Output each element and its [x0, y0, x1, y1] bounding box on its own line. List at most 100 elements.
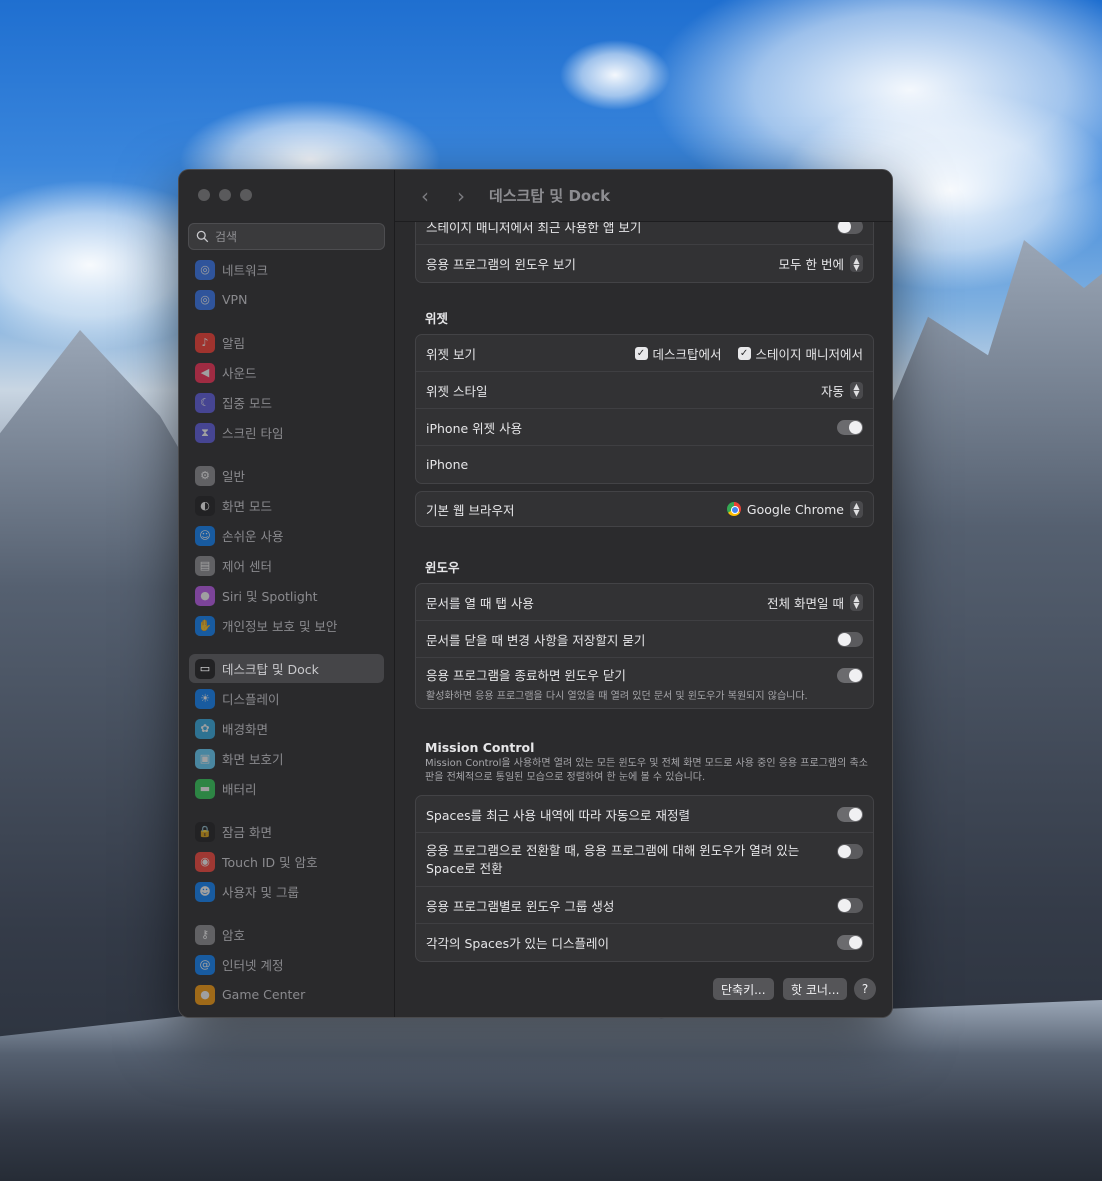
- sidebar-item-sun[interactable]: ☀ 디스플레이: [189, 684, 384, 713]
- switch-space-toggle[interactable]: [837, 844, 863, 859]
- separate-spaces-row: 각각의 Spaces가 있는 디스플레이: [416, 924, 873, 961]
- app-windows-value: 모두 한 번에: [778, 257, 844, 272]
- close-button[interactable]: [198, 189, 210, 201]
- search-field[interactable]: [188, 223, 385, 250]
- stage-manager-group: 스테이지 매니저에서 최근 사용한 앱 보기 응용 프로그램의 윈도우 보기 모…: [415, 222, 874, 283]
- sidebar-item-control-center[interactable]: ▤ 제어 센터: [189, 551, 384, 580]
- sidebar-item-fingerprint[interactable]: ◉ Touch ID 및 암호: [189, 847, 384, 876]
- group-windows-row: 응용 프로그램별로 윈도우 그룹 생성: [416, 887, 873, 924]
- browser-group: 기본 웹 브라우저 Google Chrome ▲ ▼: [415, 491, 874, 527]
- sidebar-item-label: 화면 모드: [222, 499, 272, 514]
- sidebar: ◎ 네트워크 ◎ VPN ♪ 알림 ◀ 사운드 ☾ 집중 모드 ⧗ 스크린 타임 ⚙ 일반 ◐ 화면 모드 ☺ 손…: [179, 170, 395, 1017]
- group-windows-label: 응용 프로그램별로 윈도우 그룹 생성: [426, 898, 615, 914]
- mission-control-heading: Mission Control: [425, 740, 535, 755]
- settings-content: 스테이지 매니저에서 최근 사용한 앱 보기 응용 프로그램의 윈도우 보기 모…: [395, 222, 892, 1017]
- sidebar-item-gear[interactable]: ⚙ 일반: [189, 461, 384, 490]
- sidebar-item-at[interactable]: @ 인터넷 계정: [189, 950, 384, 979]
- sidebar-item-label: Touch ID 및 암호: [222, 855, 318, 870]
- sidebar-item-label: 디스플레이: [222, 692, 280, 707]
- sidebar-item-label: 네트워크: [222, 263, 269, 278]
- rearrange-spaces-toggle[interactable]: [837, 806, 863, 822]
- screensaver-icon: ▣: [195, 748, 215, 769]
- group-windows-toggle[interactable]: [837, 897, 863, 913]
- sidebar-item-label: 개인정보 보호 및 보안: [222, 619, 338, 634]
- back-button[interactable]: ‹: [407, 182, 443, 210]
- sidebar-item-battery[interactable]: ▬ 배터리: [189, 774, 384, 803]
- iphone-device-row[interactable]: iPhone: [416, 446, 873, 483]
- tabs-label: 문서를 열 때 탭 사용: [426, 595, 534, 611]
- gear-icon: ⚙: [195, 465, 215, 486]
- sidebar-item-label: Game Center: [222, 987, 306, 1002]
- hourglass-icon: ⧗: [195, 422, 215, 443]
- speaker-icon: ◀: [195, 362, 215, 383]
- sidebar-item-dock[interactable]: ▭ 데스크탑 및 Dock: [189, 654, 384, 683]
- minimize-button[interactable]: [219, 189, 231, 201]
- sidebar-item-globe[interactable]: ◎ 네트워크: [189, 258, 384, 284]
- settings-window: ◎ 네트워크 ◎ VPN ♪ 알림 ◀ 사운드 ☾ 집중 모드 ⧗ 스크린 타임 ⚙ 일반 ◐ 화면 모드 ☺ 손…: [178, 169, 893, 1018]
- default-browser-popup[interactable]: Google Chrome ▲ ▼: [726, 500, 863, 518]
- sidebar-item-hourglass[interactable]: ⧗ 스크린 타임: [189, 418, 384, 447]
- sidebar-item-speaker[interactable]: ◀ 사운드: [189, 358, 384, 387]
- default-browser-row: 기본 웹 브라우저 Google Chrome ▲ ▼: [416, 492, 873, 526]
- desktop-widgets-label: 데스크탑에서: [652, 346, 722, 362]
- search-input[interactable]: [215, 229, 365, 244]
- stage-widgets-checkbox[interactable]: ✓ 스테이지 매니저에서: [737, 344, 863, 363]
- chrome-icon: [726, 502, 741, 516]
- sidebar-item-key[interactable]: ⚷ 암호: [189, 920, 384, 949]
- default-browser-value: Google Chrome: [746, 501, 844, 517]
- fingerprint-icon: ◉: [195, 851, 215, 872]
- chevron-updown-icon: ▲ ▼: [850, 381, 863, 399]
- hot-corners-button[interactable]: 핫 코너...: [783, 978, 848, 1000]
- sidebar-item-appearance[interactable]: ◐ 화면 모드: [189, 491, 384, 520]
- ask-save-label: 문서를 닫을 때 변경 사항을 저장할지 묻기: [426, 632, 646, 648]
- sidebar-item-label: 데스크탑 및 Dock: [222, 662, 319, 677]
- sidebar-item-label: 제어 센터: [222, 559, 272, 574]
- tabs-popup[interactable]: 전체 화면일 때 ▲ ▼: [767, 593, 863, 612]
- shortcuts-button[interactable]: 단축키...: [713, 978, 774, 1000]
- sidebar-item-game-center[interactable]: ● Game Center: [189, 980, 384, 1009]
- separate-spaces-toggle[interactable]: [837, 935, 863, 950]
- key-icon: ⚷: [195, 924, 215, 945]
- app-windows-popup[interactable]: 모두 한 번에 ▲ ▼: [779, 254, 863, 273]
- desktop-widgets-checkbox[interactable]: ✓ 데스크탑에서: [634, 344, 722, 363]
- chevron-updown-icon: ▲ ▼: [850, 255, 863, 272]
- sidebar-item-siri[interactable]: ● Siri 및 Spotlight: [189, 581, 384, 610]
- rearrange-spaces-label: Spaces를 최근 사용 내역에 따라 자동으로 재정렬: [426, 807, 690, 823]
- sidebar-item-moon[interactable]: ☾ 집중 모드: [189, 388, 384, 417]
- forward-button[interactable]: ›: [443, 182, 479, 210]
- help-button[interactable]: ?: [854, 978, 876, 1000]
- close-windows-desc: 활성화하면 응용 프로그램을 다시 열었을 때 열려 있던 문서 및 윈도우가 …: [426, 690, 808, 702]
- sidebar-item-screensaver[interactable]: ▣ 화면 보호기: [189, 744, 384, 773]
- sidebar-item-label: 알림: [222, 336, 246, 351]
- recent-apps-toggle[interactable]: [837, 222, 863, 234]
- game-center-icon: ●: [195, 984, 215, 1005]
- zoom-button[interactable]: [240, 189, 252, 201]
- sidebar-item-bell[interactable]: ♪ 알림: [189, 328, 384, 357]
- users-icon: ☻: [195, 881, 215, 902]
- sidebar-item-label: 화면 보호기: [222, 752, 284, 767]
- main-pane: ‹ › 데스크탑 및 Dock 스테이지 매니저에서 최근 사용한 앱 보기 응…: [395, 170, 892, 1017]
- widget-style-popup[interactable]: 자동 ▲ ▼: [821, 381, 863, 400]
- chevron-updown-icon: ▲ ▼: [850, 593, 863, 611]
- sidebar-item-users[interactable]: ☻ 사용자 및 그룹: [189, 877, 384, 906]
- close-windows-label: 응용 프로그램을 종료하면 윈도우 닫기: [426, 667, 626, 683]
- page-title: 데스크탑 및 Dock: [489, 187, 611, 205]
- switch-space-label-2: Space로 전환: [426, 860, 503, 876]
- close-windows-row: 응용 프로그램을 종료하면 윈도우 닫기 활성화하면 응용 프로그램을 다시 열…: [416, 658, 873, 708]
- sidebar-item-wallpaper[interactable]: ✿ 배경화면: [189, 714, 384, 743]
- sidebar-item-vpn-globe[interactable]: ◎ VPN: [189, 285, 384, 314]
- ask-save-toggle[interactable]: [837, 631, 863, 647]
- sidebar-item-label: 스크린 타임: [222, 426, 284, 441]
- sidebar-item-label: VPN: [222, 292, 248, 307]
- recent-apps-row: 스테이지 매니저에서 최근 사용한 앱 보기: [416, 222, 873, 245]
- close-windows-toggle[interactable]: [837, 667, 863, 683]
- sidebar-item-label: 암호: [222, 928, 246, 943]
- checkmark-icon: ✓: [634, 346, 648, 360]
- show-widgets-row: 위젯 보기 ✓ 데스크탑에서 ✓ 스테이지 매니저에서: [416, 335, 873, 372]
- sidebar-item-hand[interactable]: ✋ 개인정보 보호 및 보안: [189, 611, 384, 640]
- sidebar-item-accessibility[interactable]: ☺ 손쉬운 사용: [189, 521, 384, 550]
- iphone-widgets-toggle[interactable]: [837, 419, 863, 435]
- widgets-group: 위젯 보기 ✓ 데스크탑에서 ✓ 스테이지 매니저에서 위젯 스타일 자동 ▲ …: [415, 334, 874, 484]
- siri-icon: ●: [195, 585, 215, 606]
- sidebar-item-lock[interactable]: 🔒 잠금 화면: [189, 817, 384, 846]
